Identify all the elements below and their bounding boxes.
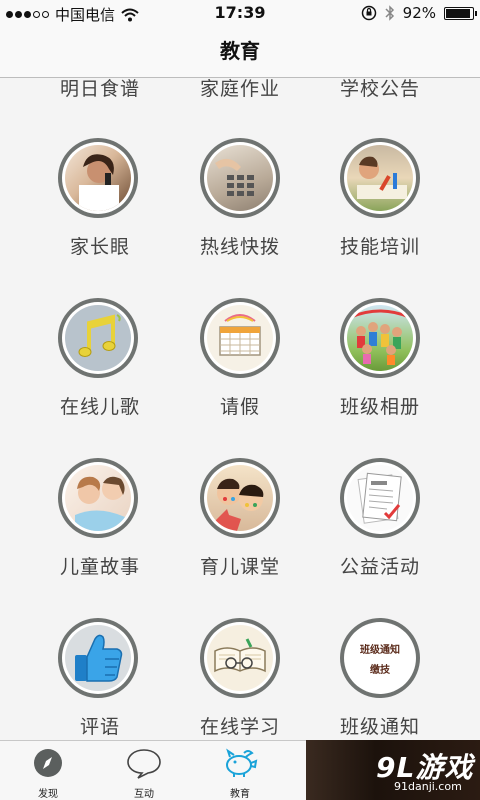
piggy-icon — [226, 748, 258, 777]
tab-label: 发现 — [38, 789, 58, 800]
tab-interact[interactable]: 互动 — [96, 741, 192, 800]
calendar-icon[interactable] — [200, 298, 280, 378]
grid-item-label[interactable]: 学校公告 — [300, 78, 460, 101]
tab-label: 互动 — [134, 789, 154, 800]
grid-item-label[interactable]: 公益活动 — [300, 552, 460, 579]
thumbs-up-icon[interactable] — [58, 618, 138, 698]
music-note-icon[interactable] — [58, 298, 138, 378]
chat-bubble-icon — [127, 749, 161, 779]
grid-item-label[interactable]: 家庭作业 — [160, 78, 320, 101]
telephone-keypad-photo-icon[interactable] — [200, 138, 280, 218]
parent-phone-photo-icon[interactable] — [58, 138, 138, 218]
grid-item-label[interactable]: 请假 — [160, 392, 320, 419]
class-group-photo-icon[interactable] — [340, 298, 420, 378]
child-drawing-photo-icon[interactable] — [340, 138, 420, 218]
watermark-url: 91danji.com — [394, 780, 462, 793]
compass-icon — [34, 749, 62, 777]
certificate-document-icon[interactable] — [340, 458, 420, 538]
notice-card-title: 班级通知 — [360, 645, 400, 656]
notice-card-subtitle: 缴技 — [370, 665, 390, 676]
grid-item-label[interactable]: 明日食谱 — [20, 78, 180, 101]
education-grid[interactable]: 明日食谱 家庭作业 学校公告 家长眼 热线快拨 技能培训 在线儿歌 请假 班级相… — [0, 78, 480, 740]
book-glasses-icon[interactable] — [200, 618, 280, 698]
tab-education[interactable]: 教育 — [192, 741, 288, 800]
grid-item-label[interactable]: 在线儿歌 — [20, 392, 180, 419]
grid-item-label[interactable]: 儿童故事 — [20, 552, 180, 579]
orientation-lock-icon — [361, 5, 376, 21]
tab-label: 教育 — [230, 789, 250, 800]
battery-percent: 92% — [402, 4, 436, 22]
children-painted-faces-photo-icon[interactable] — [200, 458, 280, 538]
page-title: 教育 — [220, 39, 260, 63]
site-watermark: 9L游戏 91danji.com — [306, 740, 480, 800]
battery-icon — [444, 6, 477, 20]
bluetooth-icon — [385, 5, 394, 21]
navigation-bar: 教育 — [0, 26, 480, 78]
grid-item-label[interactable]: 家长眼 — [20, 232, 180, 259]
grid-item-label[interactable]: 评语 — [20, 712, 180, 739]
grid-item-label[interactable]: 热线快拨 — [160, 232, 320, 259]
status-right: 92% — [361, 4, 477, 22]
notice-card-icon[interactable]: 班级通知 缴技 — [340, 618, 420, 698]
status-bar: 中国电信 17:39 92% — [0, 0, 480, 26]
tab-discover[interactable]: 发现 — [0, 741, 96, 800]
mother-child-photo-icon[interactable] — [58, 458, 138, 538]
grid-item-label[interactable]: 班级相册 — [300, 392, 460, 419]
grid-item-label[interactable]: 在线学习 — [160, 712, 320, 739]
grid-item-label[interactable]: 技能培训 — [300, 232, 460, 259]
grid-item-label[interactable]: 班级通知 — [300, 712, 460, 739]
grid-item-label[interactable]: 育儿课堂 — [160, 552, 320, 579]
